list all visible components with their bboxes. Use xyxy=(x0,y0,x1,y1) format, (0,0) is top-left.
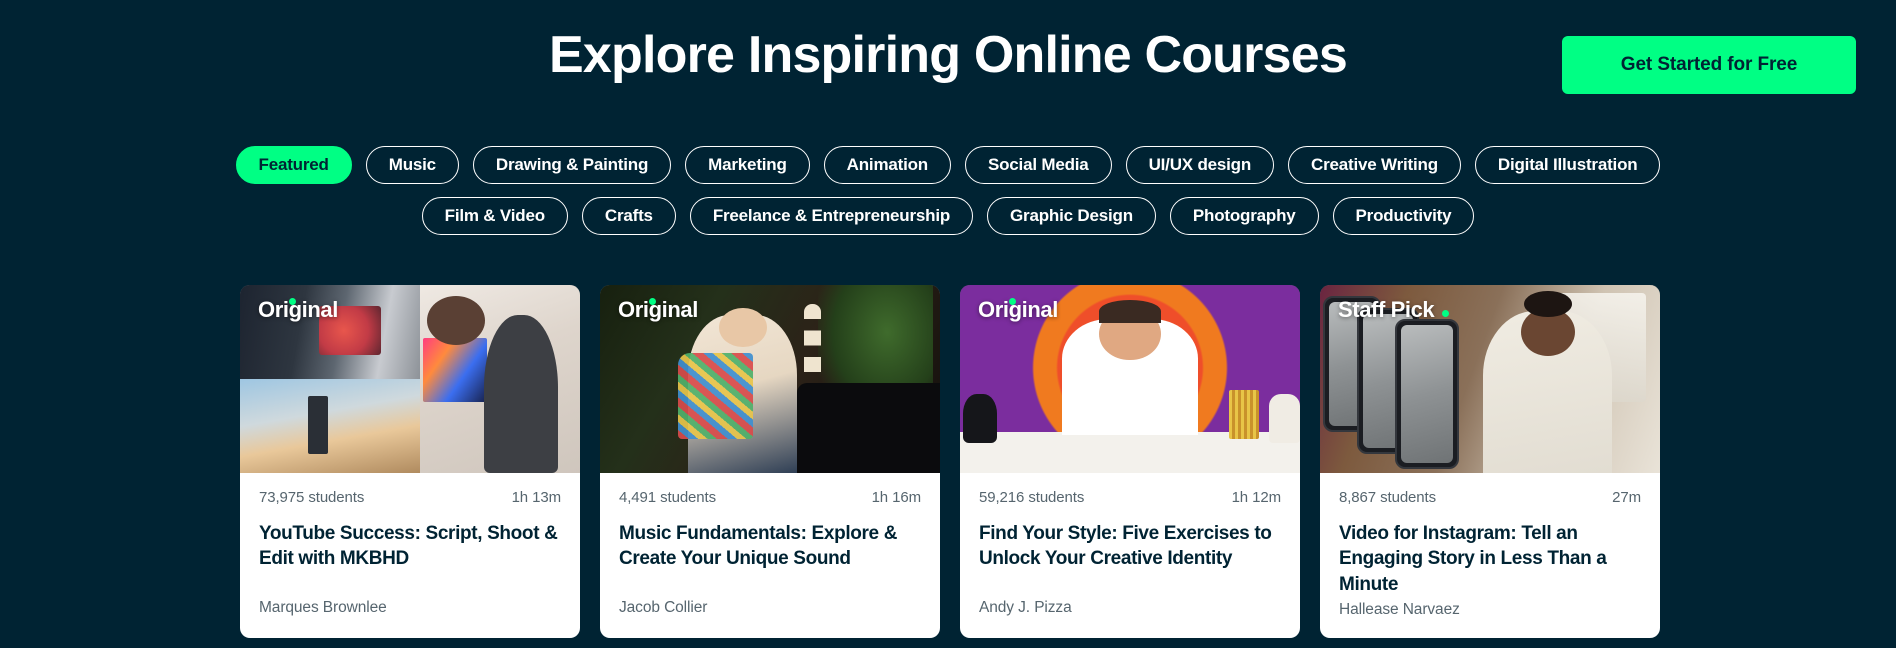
course-badge: Staff Pick xyxy=(1338,297,1449,323)
page-header: Explore Inspiring Online Courses Get Sta… xyxy=(0,0,1896,118)
course-duration: 1h 16m xyxy=(871,489,922,506)
course-badge: Original xyxy=(978,297,1058,323)
filter-pill-freelance-entrepreneurship[interactable]: Freelance & Entrepreneurship xyxy=(689,197,974,235)
course-student-count: 73,975 students xyxy=(259,489,365,506)
course-card[interactable]: Staff Pick 8,867 students 27m Video for … xyxy=(1320,285,1660,638)
course-meta-row: 73,975 students 1h 13m xyxy=(259,489,561,506)
course-title[interactable]: Video for Instagram: Tell an Engaging St… xyxy=(1339,521,1641,597)
course-thumbnail: Staff Pick xyxy=(1320,285,1660,473)
filter-pill-creative-writing[interactable]: Creative Writing xyxy=(1288,146,1461,184)
filter-pill-productivity[interactable]: Productivity xyxy=(1332,197,1475,235)
course-card-body: 4,491 students 1h 16m Music Fundamentals… xyxy=(600,473,940,638)
filter-pill-crafts[interactable]: Crafts xyxy=(581,197,676,235)
course-thumbnail: Original xyxy=(240,285,580,473)
course-badge: Original xyxy=(618,297,698,323)
course-badge-label: Original xyxy=(618,297,698,322)
course-card-body: 8,867 students 27m Video for Instagram: … xyxy=(1320,473,1660,638)
course-card-grid: Original 73,975 students 1h 13m YouTube … xyxy=(240,285,1660,638)
filter-pill-social-media[interactable]: Social Media xyxy=(964,146,1112,184)
course-card[interactable]: Original 73,975 students 1h 13m YouTube … xyxy=(240,285,580,638)
badge-green-dot-icon xyxy=(1009,298,1016,305)
course-student-count: 4,491 students xyxy=(619,489,717,506)
filter-pill-graphic-design[interactable]: Graphic Design xyxy=(987,197,1156,235)
filter-pill-music[interactable]: Music xyxy=(365,146,459,184)
course-duration: 27m xyxy=(1612,489,1641,506)
course-student-count: 59,216 students xyxy=(979,489,1085,506)
badge-green-dot-icon xyxy=(1441,310,1449,317)
filter-pill-photography[interactable]: Photography xyxy=(1169,197,1319,235)
course-card-body: 73,975 students 1h 13m YouTube Success: … xyxy=(240,473,580,638)
course-author[interactable]: Marques Brownlee xyxy=(259,599,387,617)
course-badge-label: Original xyxy=(258,297,338,322)
course-badge-label: Original xyxy=(978,297,1058,322)
course-author[interactable]: Jacob Collier xyxy=(619,599,707,617)
course-meta-row: 8,867 students 27m xyxy=(1339,489,1641,506)
course-duration: 1h 13m xyxy=(511,489,562,506)
badge-green-dot-icon xyxy=(649,298,656,305)
course-badge: Original xyxy=(258,297,338,323)
course-title[interactable]: YouTube Success: Script, Shoot & Edit wi… xyxy=(259,521,561,572)
get-started-button[interactable]: Get Started for Free xyxy=(1562,36,1856,94)
course-student-count: 8,867 students xyxy=(1339,489,1437,506)
course-meta-row: 59,216 students 1h 12m xyxy=(979,489,1281,506)
filter-pill-digital-illustration[interactable]: Digital Illustration xyxy=(1474,146,1661,184)
badge-green-dot-icon xyxy=(289,298,296,305)
category-filter-bar: Featured Music Drawing & Painting Market… xyxy=(0,146,1896,235)
course-meta-row: 4,491 students 1h 16m xyxy=(619,489,921,506)
filter-pill-animation[interactable]: Animation xyxy=(823,146,951,184)
course-title[interactable]: Find Your Style: Five Exercises to Unloc… xyxy=(979,521,1281,572)
course-card[interactable]: Original 59,216 students 1h 12m Find You… xyxy=(960,285,1300,638)
filter-pill-uiux-design[interactable]: UI/UX design xyxy=(1125,146,1275,184)
filter-pill-featured[interactable]: Featured xyxy=(235,146,352,184)
filter-pill-drawing-painting[interactable]: Drawing & Painting xyxy=(472,146,672,184)
course-title[interactable]: Music Fundamentals: Explore & Create You… xyxy=(619,521,921,572)
filter-pill-marketing[interactable]: Marketing xyxy=(685,146,810,184)
course-author[interactable]: Hallease Narvaez xyxy=(1339,601,1641,619)
course-explore-page: Explore Inspiring Online Courses Get Sta… xyxy=(0,0,1896,648)
course-badge-label: Staff Pick xyxy=(1338,297,1435,322)
course-card[interactable]: Original 4,491 students 1h 16m Music Fun… xyxy=(600,285,940,638)
course-thumbnail: Original xyxy=(960,285,1300,473)
course-duration: 1h 12m xyxy=(1231,489,1282,506)
filter-pill-film-video[interactable]: Film & Video xyxy=(421,197,568,235)
course-card-body: 59,216 students 1h 12m Find Your Style: … xyxy=(960,473,1300,638)
course-thumbnail: Original xyxy=(600,285,940,473)
course-author[interactable]: Andy J. Pizza xyxy=(979,599,1072,617)
